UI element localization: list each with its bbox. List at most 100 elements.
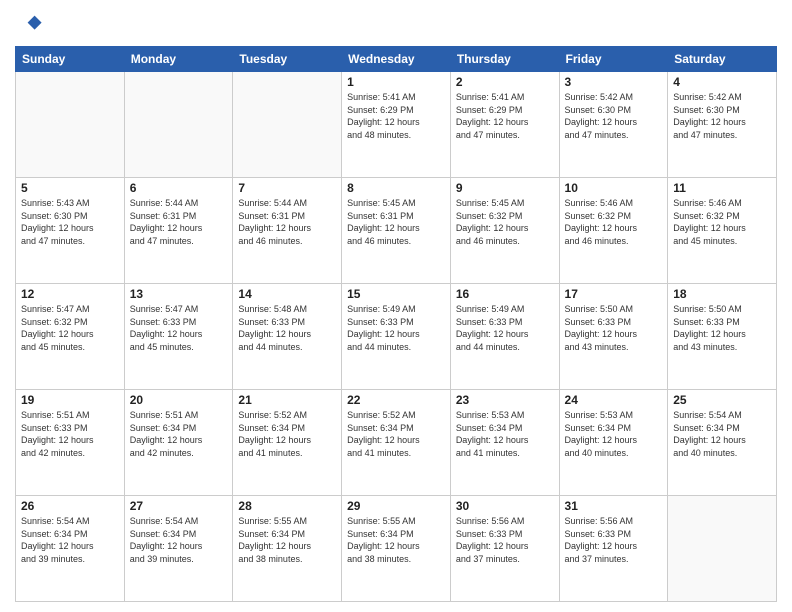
calendar-cell: 29 Sunrise: 5:55 AMSunset: 6:34 PMDayligh… bbox=[342, 496, 451, 602]
calendar-cell bbox=[233, 72, 342, 178]
calendar-cell: 19 Sunrise: 5:51 AMSunset: 6:33 PMDayligh… bbox=[16, 390, 125, 496]
day-number: 5 bbox=[21, 181, 119, 195]
calendar-cell: 8 Sunrise: 5:45 AMSunset: 6:31 PMDaylight… bbox=[342, 178, 451, 284]
cell-info: Sunrise: 5:54 AMSunset: 6:34 PMDaylight:… bbox=[673, 409, 771, 459]
day-number: 29 bbox=[347, 499, 445, 513]
calendar-cell: 26 Sunrise: 5:54 AMSunset: 6:34 PMDayligh… bbox=[16, 496, 125, 602]
day-number: 31 bbox=[565, 499, 663, 513]
day-number: 21 bbox=[238, 393, 336, 407]
cell-info: Sunrise: 5:48 AMSunset: 6:33 PMDaylight:… bbox=[238, 303, 336, 353]
calendar-cell bbox=[16, 72, 125, 178]
calendar-cell: 2 Sunrise: 5:41 AMSunset: 6:29 PMDaylight… bbox=[450, 72, 559, 178]
cell-info: Sunrise: 5:52 AMSunset: 6:34 PMDaylight:… bbox=[238, 409, 336, 459]
calendar-week: 5Sunrise: 5:43 AMSunset: 6:30 PMDaylight… bbox=[16, 178, 777, 284]
calendar-week: 19 Sunrise: 5:51 AMSunset: 6:33 PMDayligh… bbox=[16, 390, 777, 496]
day-number: 27 bbox=[130, 499, 228, 513]
day-number: 12 bbox=[21, 287, 119, 301]
calendar-cell: 25 Sunrise: 5:54 AMSunset: 6:34 PMDayligh… bbox=[668, 390, 777, 496]
day-number: 4 bbox=[673, 75, 771, 89]
calendar-cell: 10 Sunrise: 5:46 AMSunset: 6:32 PMDayligh… bbox=[559, 178, 668, 284]
calendar-cell: 18 Sunrise: 5:50 AMSunset: 6:33 PMDayligh… bbox=[668, 284, 777, 390]
day-header: Sunday bbox=[16, 47, 125, 72]
calendar-cell: 15Sunrise: 5:49 AMSunset: 6:33 PMDayligh… bbox=[342, 284, 451, 390]
calendar-cell: 20 Sunrise: 5:51 AMSunset: 6:34 PMDayligh… bbox=[124, 390, 233, 496]
calendar-cell: 13 Sunrise: 5:47 AMSunset: 6:33 PMDayligh… bbox=[124, 284, 233, 390]
cell-info: Sunrise: 5:50 AMSunset: 6:33 PMDaylight:… bbox=[673, 303, 771, 353]
calendar-week: 26 Sunrise: 5:54 AMSunset: 6:34 PMDayligh… bbox=[16, 496, 777, 602]
cell-info: Sunrise: 5:51 AMSunset: 6:33 PMDaylight:… bbox=[21, 409, 119, 459]
day-number: 23 bbox=[456, 393, 554, 407]
calendar-cell bbox=[124, 72, 233, 178]
cell-info: Sunrise: 5:41 AMSunset: 6:29 PMDaylight:… bbox=[347, 91, 445, 141]
cell-info: Sunrise: 5:53 AMSunset: 6:34 PMDaylight:… bbox=[456, 409, 554, 459]
cell-info: Sunrise: 5:47 AMSunset: 6:32 PMDaylight:… bbox=[21, 303, 119, 353]
calendar-cell: 12 Sunrise: 5:47 AMSunset: 6:32 PMDayligh… bbox=[16, 284, 125, 390]
calendar-cell: 1 Sunrise: 5:41 AMSunset: 6:29 PMDaylight… bbox=[342, 72, 451, 178]
page: SundayMondayTuesdayWednesdayThursdayFrid… bbox=[0, 0, 792, 612]
calendar-cell: 4 Sunrise: 5:42 AMSunset: 6:30 PMDaylight… bbox=[668, 72, 777, 178]
day-number: 18 bbox=[673, 287, 771, 301]
calendar-cell: 24 Sunrise: 5:53 AMSunset: 6:34 PMDayligh… bbox=[559, 390, 668, 496]
cell-info: Sunrise: 5:46 AMSunset: 6:32 PMDaylight:… bbox=[565, 197, 663, 247]
calendar-cell: 28Sunrise: 5:55 AMSunset: 6:34 PMDayligh… bbox=[233, 496, 342, 602]
day-number: 10 bbox=[565, 181, 663, 195]
day-number: 14 bbox=[238, 287, 336, 301]
calendar-cell: 9Sunrise: 5:45 AMSunset: 6:32 PMDaylight… bbox=[450, 178, 559, 284]
day-header: Thursday bbox=[450, 47, 559, 72]
day-number: 26 bbox=[21, 499, 119, 513]
cell-info: Sunrise: 5:44 AMSunset: 6:31 PMDaylight:… bbox=[130, 197, 228, 247]
day-number: 7 bbox=[238, 181, 336, 195]
calendar-cell: 7Sunrise: 5:44 AMSunset: 6:31 PMDaylight… bbox=[233, 178, 342, 284]
logo-icon bbox=[15, 10, 43, 38]
calendar-cell: 6 Sunrise: 5:44 AMSunset: 6:31 PMDaylight… bbox=[124, 178, 233, 284]
day-number: 9 bbox=[456, 181, 554, 195]
calendar-cell: 17Sunrise: 5:50 AMSunset: 6:33 PMDayligh… bbox=[559, 284, 668, 390]
day-header: Monday bbox=[124, 47, 233, 72]
day-number: 24 bbox=[565, 393, 663, 407]
cell-info: Sunrise: 5:55 AMSunset: 6:34 PMDaylight:… bbox=[238, 515, 336, 565]
calendar-cell: 3Sunrise: 5:42 AMSunset: 6:30 PMDaylight… bbox=[559, 72, 668, 178]
cell-info: Sunrise: 5:51 AMSunset: 6:34 PMDaylight:… bbox=[130, 409, 228, 459]
cell-info: Sunrise: 5:55 AMSunset: 6:34 PMDaylight:… bbox=[347, 515, 445, 565]
day-number: 17 bbox=[565, 287, 663, 301]
cell-info: Sunrise: 5:47 AMSunset: 6:33 PMDaylight:… bbox=[130, 303, 228, 353]
cell-info: Sunrise: 5:52 AMSunset: 6:34 PMDaylight:… bbox=[347, 409, 445, 459]
calendar-cell: 22 Sunrise: 5:52 AMSunset: 6:34 PMDayligh… bbox=[342, 390, 451, 496]
day-number: 3 bbox=[565, 75, 663, 89]
calendar-cell: 30 Sunrise: 5:56 AMSunset: 6:33 PMDayligh… bbox=[450, 496, 559, 602]
calendar-cell: 5Sunrise: 5:43 AMSunset: 6:30 PMDaylight… bbox=[16, 178, 125, 284]
cell-info: Sunrise: 5:41 AMSunset: 6:29 PMDaylight:… bbox=[456, 91, 554, 141]
day-number: 25 bbox=[673, 393, 771, 407]
day-number: 1 bbox=[347, 75, 445, 89]
cell-info: Sunrise: 5:56 AMSunset: 6:33 PMDaylight:… bbox=[565, 515, 663, 565]
calendar-cell: 23 Sunrise: 5:53 AMSunset: 6:34 PMDayligh… bbox=[450, 390, 559, 496]
day-number: 6 bbox=[130, 181, 228, 195]
cell-info: Sunrise: 5:54 AMSunset: 6:34 PMDaylight:… bbox=[21, 515, 119, 565]
calendar-cell: 14 Sunrise: 5:48 AMSunset: 6:33 PMDayligh… bbox=[233, 284, 342, 390]
calendar-week: 1 Sunrise: 5:41 AMSunset: 6:29 PMDaylight… bbox=[16, 72, 777, 178]
logo bbox=[15, 10, 47, 38]
calendar-week: 12 Sunrise: 5:47 AMSunset: 6:32 PMDayligh… bbox=[16, 284, 777, 390]
calendar-cell: 11Sunrise: 5:46 AMSunset: 6:32 PMDayligh… bbox=[668, 178, 777, 284]
header-row: SundayMondayTuesdayWednesdayThursdayFrid… bbox=[16, 47, 777, 72]
day-number: 30 bbox=[456, 499, 554, 513]
calendar-cell: 21 Sunrise: 5:52 AMSunset: 6:34 PMDayligh… bbox=[233, 390, 342, 496]
calendar-cell bbox=[668, 496, 777, 602]
cell-info: Sunrise: 5:53 AMSunset: 6:34 PMDaylight:… bbox=[565, 409, 663, 459]
day-number: 22 bbox=[347, 393, 445, 407]
day-header: Friday bbox=[559, 47, 668, 72]
day-number: 11 bbox=[673, 181, 771, 195]
day-number: 16 bbox=[456, 287, 554, 301]
cell-info: Sunrise: 5:56 AMSunset: 6:33 PMDaylight:… bbox=[456, 515, 554, 565]
day-number: 20 bbox=[130, 393, 228, 407]
day-number: 19 bbox=[21, 393, 119, 407]
day-number: 2 bbox=[456, 75, 554, 89]
header bbox=[15, 10, 777, 38]
day-header: Wednesday bbox=[342, 47, 451, 72]
cell-info: Sunrise: 5:42 AMSunset: 6:30 PMDaylight:… bbox=[673, 91, 771, 141]
day-number: 8 bbox=[347, 181, 445, 195]
cell-info: Sunrise: 5:45 AMSunset: 6:31 PMDaylight:… bbox=[347, 197, 445, 247]
day-number: 13 bbox=[130, 287, 228, 301]
day-header: Tuesday bbox=[233, 47, 342, 72]
calendar-table: SundayMondayTuesdayWednesdayThursdayFrid… bbox=[15, 46, 777, 602]
